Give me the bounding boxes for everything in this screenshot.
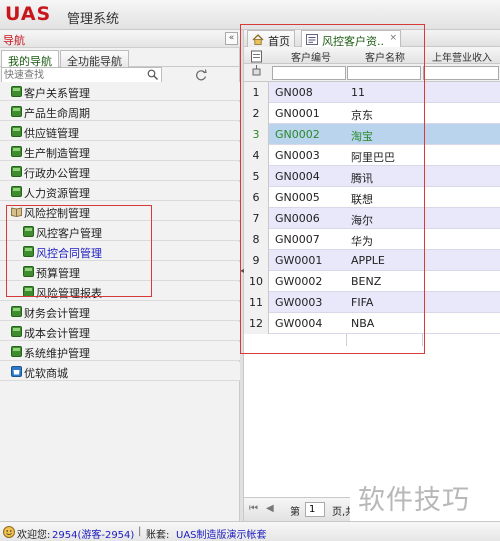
nav-panel: 导航 « 我的导航 全功能导航 客户关系管理 产品生命周期 供应链管理 [0,30,240,521]
table-row[interactable]: 5 GN0004 腾讯 [244,166,500,187]
column-header-revenue[interactable]: 上年营业收入 [424,49,500,64]
nav-item-budget[interactable]: 预算管理 [0,262,240,281]
nav-item-risk-report[interactable]: 风险管理报表 [0,282,240,301]
page-number-input[interactable] [305,502,325,517]
column-header-name[interactable]: 客户名称 [348,49,422,64]
nav-item-risk-contract[interactable]: 风控合同管理 [0,242,240,261]
nav-item-mall[interactable]: 优软商城 [0,362,240,381]
nav-header: 导航 « [0,30,240,48]
module-icon [11,186,22,197]
table-row[interactable]: 6 GN0005 联想 [244,187,500,208]
module-icon [23,246,34,257]
nav-item-finance[interactable]: 财务会计管理 [0,302,240,321]
nav-item-crm[interactable]: 客户关系管理 [0,82,240,101]
table-row[interactable]: 4 GN0003 阿里巴巴 [244,145,500,166]
form-icon [306,34,318,45]
nav-item-office[interactable]: 行政办公管理 [0,162,240,181]
nav-item-risk-customer[interactable]: 风控客户管理 [0,222,240,241]
status-separator: | [138,526,142,537]
module-icon [11,86,22,97]
account-label: 账套: [146,530,170,541]
app-title: 管理系统 [67,12,120,27]
main-tabs: 首页 风控客户资.. × [244,30,500,48]
module-icon [11,126,22,137]
module-icon [11,346,22,357]
nav-item-scm[interactable]: 供应链管理 [0,122,240,141]
user-name-link[interactable]: 2954(游客-2954) [52,526,134,541]
page-label: 第 [290,507,300,518]
nav-item-cost[interactable]: 成本会计管理 [0,322,240,341]
filter-revenue-input[interactable] [423,66,499,80]
filter-code-input[interactable] [272,66,346,80]
welcome-label: 欢迎您: [17,530,51,541]
refresh-icon[interactable] [195,69,207,81]
nav-item-plm[interactable]: 产品生命周期 [0,102,240,121]
home-icon [252,34,264,45]
watermark: 软件技巧 [350,468,500,526]
nav-header-label: 导航 [3,34,25,47]
module-icon [11,306,22,317]
module-icon [23,226,34,237]
user-icon [3,526,15,538]
close-tab-icon[interactable]: × [389,33,397,43]
grid-header: 客户编号 客户名称 上年营业收入 [244,47,500,64]
tab-home[interactable]: 首页 [247,30,295,48]
table-row-selected[interactable]: 3 GN0002 淘宝 [244,124,500,145]
table-row[interactable]: 7 GN0006 海尔 [244,208,500,229]
module-icon [11,106,22,117]
table-row[interactable]: 1 GN008 11 [244,82,500,103]
tab-all-nav[interactable]: 全功能导航 [60,50,129,68]
table-row[interactable]: 12 GW0004 NBA [244,313,500,334]
filter-name-input[interactable] [347,66,421,80]
table-row[interactable]: 8 GN0007 华为 [244,229,500,250]
nav-item-system[interactable]: 系统维护管理 [0,342,240,361]
table-row[interactable]: 11 GW0003 FIFA [244,292,500,313]
status-bar: 欢迎您: 2954(游客-2954) | 账套: UAS制造版演示帐套 [0,521,500,541]
module-icon [11,166,22,177]
nav-item-mfg[interactable]: 生产制造管理 [0,142,240,161]
tab-my-nav[interactable]: 我的导航 [1,50,59,68]
module-icon [11,326,22,337]
first-page-icon[interactable]: ⏮ [249,503,258,514]
mall-icon [11,366,22,377]
nav-item-risk-control[interactable]: 风险控制管理 [0,202,240,221]
nav-item-hr[interactable]: 人力资源管理 [0,182,240,201]
open-book-icon [11,207,22,217]
table-row[interactable]: 10 GW0002 BENZ [244,271,500,292]
column-header-code[interactable]: 客户编号 [274,49,348,64]
grid-settings-icon[interactable] [250,48,264,80]
main-panel: 首页 风控客户资.. × 客户编号 客户名称 上年营业收入 1 GN008 11… [244,30,500,521]
table-row[interactable]: 9 GW0001 APPLE [244,250,500,271]
search-icon[interactable] [147,69,158,80]
table-row[interactable]: 2 GN0001 京东 [244,103,500,124]
nav-tabs: 我的导航 全功能导航 [0,49,240,68]
grid-filter-row [244,64,500,82]
module-icon [23,266,34,277]
app-logo: UAS [5,3,52,25]
account-link[interactable]: UAS制造版演示帐套 [176,526,267,541]
app-header: UAS 管理系统 [0,0,500,30]
module-icon [23,286,34,297]
collapse-panel-button[interactable]: « [225,32,238,45]
prev-page-icon[interactable]: ◀ [266,503,274,514]
module-icon [11,146,22,157]
tab-risk-customer[interactable]: 风控客户资.. × [301,30,401,48]
